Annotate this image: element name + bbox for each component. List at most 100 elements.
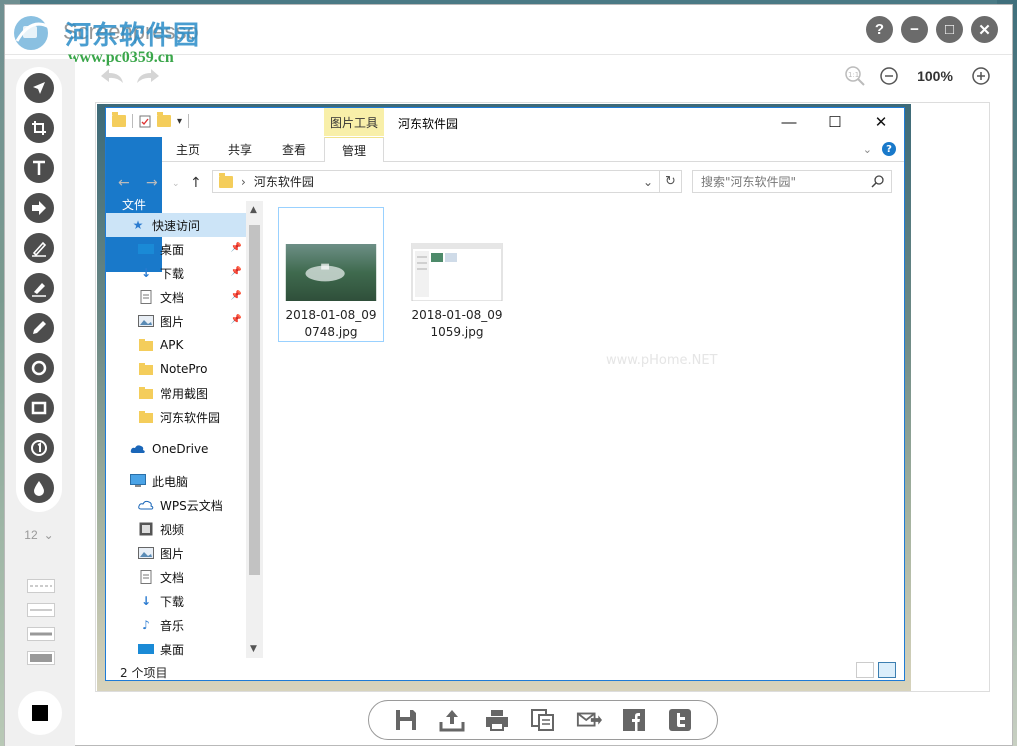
explorer-maximize-button[interactable]: ☐ — [812, 108, 858, 136]
maximize-button[interactable]: □ — [936, 16, 963, 43]
file-name: 2018-01-08_091059.jpg — [411, 308, 503, 339]
properties-check-icon[interactable] — [139, 115, 151, 128]
nav-item-onedrive[interactable]: OneDrive — [106, 437, 246, 461]
separator — [132, 114, 133, 128]
tab-home[interactable]: 主页 — [164, 137, 212, 162]
arrow-icon[interactable] — [24, 73, 54, 103]
nav-item-label: 此电脑 — [152, 474, 189, 489]
navigation-pane: ★ 快速访问 桌面 📌 ↓ 下载 📌 文档 📌 图片 📌 APK NotePro 常用截图 … — [106, 201, 263, 658]
highlight-pen-icon[interactable] — [24, 233, 54, 263]
zoom-out-icon[interactable] — [878, 65, 900, 87]
computer-icon — [130, 474, 146, 488]
nav-item-this-pc[interactable]: 此电脑 — [106, 469, 246, 493]
font-size-dropdown[interactable]: 12 ⌄ — [19, 521, 59, 549]
new-folder-icon[interactable] — [157, 112, 171, 127]
explorer-title-bar: ▾ 图片工具 河东软件园 — ☐ ✕ — [106, 108, 904, 139]
help-button[interactable]: ? — [866, 16, 893, 43]
color-picker[interactable] — [18, 691, 62, 735]
marker-icon[interactable] — [24, 273, 54, 303]
zoom-actual-size-icon[interactable]: 1:1 — [844, 65, 866, 87]
line-thin-option[interactable] — [27, 603, 55, 617]
nav-item-downloads[interactable]: ↓ 下载 📌 — [106, 261, 246, 285]
nav-item-pc-downloads[interactable]: ↓ 下载 — [106, 589, 246, 613]
forward-icon[interactable]: → — [146, 175, 158, 191]
back-icon[interactable]: ← — [118, 175, 130, 191]
upload-icon[interactable] — [439, 707, 465, 733]
line-thick-option[interactable] — [27, 651, 55, 665]
address-field[interactable]: › 河东软件园 ⌄ — [212, 170, 660, 193]
facebook-icon[interactable] — [621, 707, 647, 733]
item-count: 2 个项目 — [120, 666, 168, 680]
undo-icon[interactable] — [97, 65, 127, 87]
save-icon[interactable] — [393, 707, 419, 733]
recent-dropdown-icon[interactable]: ⌄ — [172, 179, 180, 189]
customize-dropdown-icon[interactable]: ▾ — [177, 116, 182, 127]
image-canvas[interactable]: ▾ 图片工具 河东软件园 — ☐ ✕ 文件 主页 共享 查看 管理 ⌄ ? ← … — [95, 102, 990, 692]
step-number-icon[interactable] — [24, 433, 54, 463]
zoom-in-icon[interactable] — [970, 65, 992, 87]
nav-item-notepro[interactable]: NotePro — [106, 357, 246, 381]
window-controls: ? − □ ✕ — [866, 16, 998, 43]
tab-view[interactable]: 查看 — [270, 137, 318, 162]
nav-item-hedong[interactable]: 河东软件园 — [106, 405, 246, 429]
tab-manage[interactable]: 管理 — [324, 137, 384, 162]
line-dashed-option[interactable] — [27, 579, 55, 593]
search-input[interactable]: 搜索"河东软件园" — [692, 170, 892, 193]
help-icon[interactable]: ? — [882, 142, 896, 156]
large-icons-view-icon[interactable] — [878, 662, 896, 678]
scrollbar-thumb[interactable] — [249, 225, 260, 575]
nav-item-label: WPS云文档 — [160, 498, 223, 513]
nav-item-wps-cloud[interactable]: WPS云文档 — [106, 493, 246, 517]
copy-icon[interactable] — [530, 707, 556, 733]
pencil-icon[interactable] — [24, 313, 54, 343]
file-item[interactable]: 2018-01-08_090748.jpg — [278, 207, 384, 342]
nav-item-apk[interactable]: APK — [106, 333, 246, 357]
explorer-close-button[interactable]: ✕ — [858, 108, 904, 136]
rectangle-icon[interactable] — [24, 393, 54, 423]
print-icon[interactable] — [484, 707, 510, 733]
explorer-window-controls: — ☐ ✕ — [766, 108, 904, 136]
scroll-up-icon[interactable]: ▲ — [250, 205, 257, 215]
svg-text:1:1: 1:1 — [848, 71, 859, 79]
tab-share[interactable]: 共享 — [216, 137, 264, 162]
captured-screenshot: ▾ 图片工具 河东软件园 — ☐ ✕ 文件 主页 共享 查看 管理 ⌄ ? ← … — [97, 104, 911, 691]
nav-item-label: 河东软件园 — [160, 410, 221, 425]
text-icon[interactable] — [24, 153, 54, 183]
nav-item-pictures[interactable]: 图片 📌 — [106, 309, 246, 333]
nav-item-quick-access[interactable]: ★ 快速访问 — [106, 213, 246, 237]
explorer-minimize-button[interactable]: — — [766, 108, 812, 136]
nav-item-pc-documents[interactable]: 文档 — [106, 565, 246, 589]
file-item[interactable]: 2018-01-08_091059.jpg — [404, 207, 510, 342]
line-medium-option[interactable] — [27, 627, 55, 641]
nav-item-pc-pictures[interactable]: 图片 — [106, 541, 246, 565]
nav-item-videos[interactable]: 视频 — [106, 517, 246, 541]
expand-ribbon-icon[interactable]: ⌄ — [863, 143, 872, 156]
close-button[interactable]: ✕ — [971, 16, 998, 43]
image-thumbnail — [285, 244, 377, 301]
scroll-down-icon[interactable]: ▼ — [250, 644, 257, 654]
email-icon[interactable] — [576, 707, 602, 733]
refresh-icon[interactable]: ↻ — [660, 170, 682, 193]
ellipse-icon[interactable] — [24, 353, 54, 383]
address-dropdown-icon[interactable]: ⌄ — [643, 175, 653, 189]
search-placeholder: 搜索"河东软件园" — [701, 175, 797, 189]
nav-scrollbar[interactable]: ▲ ▼ — [246, 201, 263, 658]
nav-item-music[interactable]: ♪ 音乐 — [106, 613, 246, 637]
minimize-button[interactable]: − — [901, 16, 928, 43]
pin-icon[interactable]: 📌 — [231, 315, 242, 325]
pin-icon[interactable]: 📌 — [231, 291, 242, 301]
nav-item-label: 视频 — [160, 522, 185, 537]
pin-icon[interactable]: 📌 — [231, 243, 242, 253]
blur-drop-icon[interactable] — [24, 473, 54, 503]
redo-icon[interactable] — [133, 65, 163, 87]
right-arrow-icon[interactable] — [24, 193, 54, 223]
crop-icon[interactable] — [24, 113, 54, 143]
pin-icon[interactable]: 📌 — [231, 267, 242, 277]
details-view-icon[interactable] — [856, 662, 874, 678]
nav-item-common-shots[interactable]: 常用截图 — [106, 381, 246, 405]
nav-item-pc-desktop[interactable]: 桌面 — [106, 637, 246, 658]
nav-item-desktop[interactable]: 桌面 📌 — [106, 237, 246, 261]
up-icon[interactable]: ↑ — [190, 175, 202, 191]
nav-item-documents[interactable]: 文档 📌 — [106, 285, 246, 309]
twitter-icon[interactable] — [667, 707, 693, 733]
